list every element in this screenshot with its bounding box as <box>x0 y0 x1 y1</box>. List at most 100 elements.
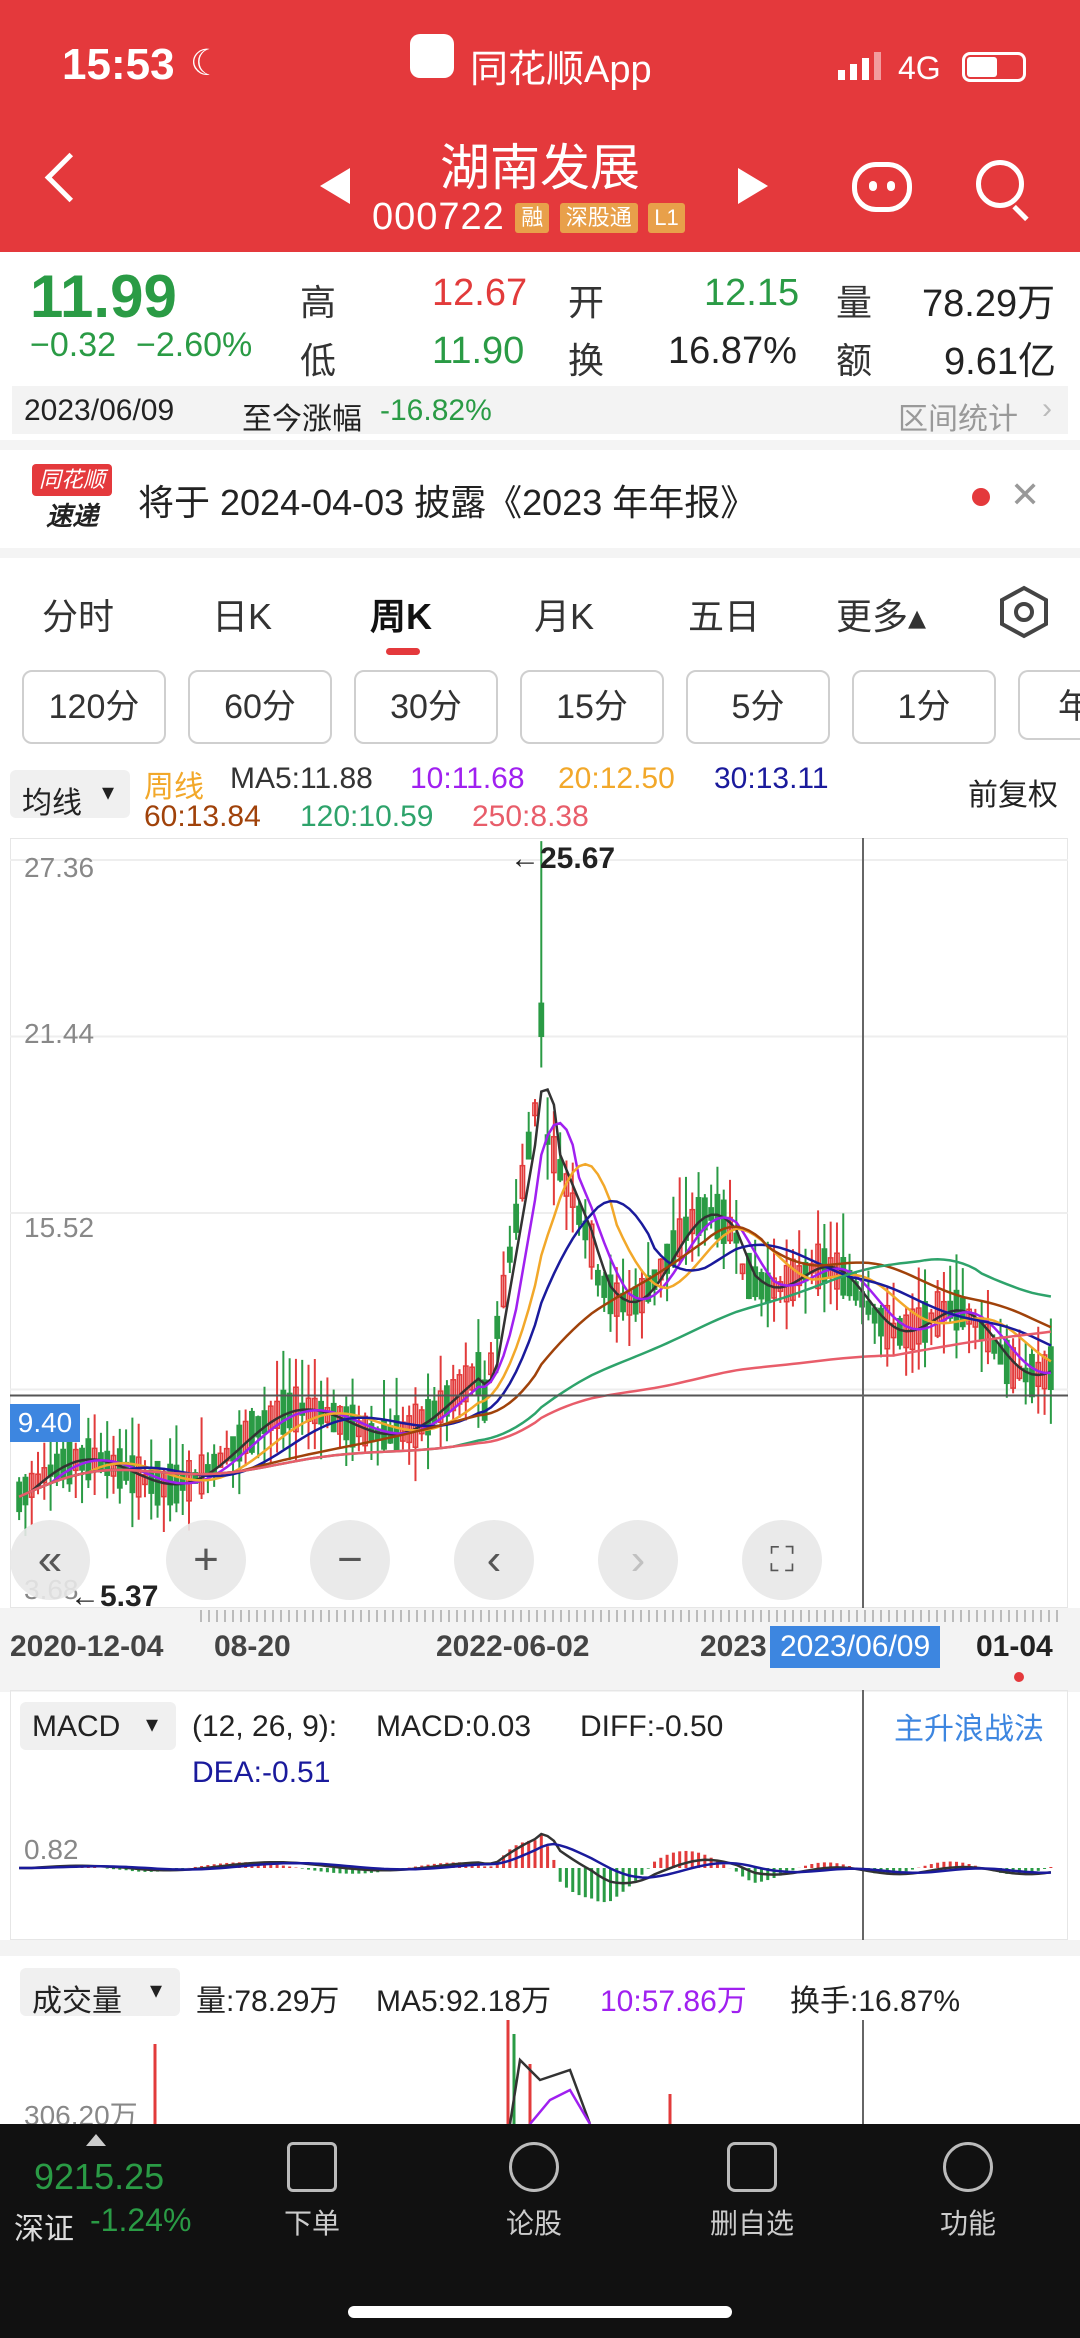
candle-body <box>349 1404 356 1448</box>
legend-ma30: 30:13.11 <box>714 762 829 795</box>
period-30min[interactable]: 30分 <box>354 670 498 744</box>
scroll-right-icon[interactable]: › <box>598 1520 678 1600</box>
legend-ma10: 10:11.68 <box>410 762 525 795</box>
chevron-right-icon: › <box>1042 392 1052 425</box>
open-value: 12.15 <box>704 272 800 314</box>
legend-ma60: 60:13.84 <box>144 800 261 833</box>
remove-icon <box>727 2142 777 2192</box>
stats-link[interactable]: 区间统计 <box>898 394 1018 438</box>
ma60-line <box>18 1225 1052 1498</box>
level-tag: L1 <box>648 202 685 233</box>
candle-body <box>261 1410 268 1435</box>
y-tick-2: 21.44 <box>24 1018 95 1049</box>
range-bar[interactable]: 2023/06/09 至今涨幅 -16.82% 区间统计 › <box>12 386 1068 436</box>
prev-stock-icon[interactable] <box>320 168 350 204</box>
search-icon-handle <box>1012 204 1029 222</box>
candle-body <box>576 1205 582 1225</box>
index-value[interactable]: 9215.25 <box>34 2156 164 2198</box>
notice-text[interactable]: 将于 2024-04-03 披露《2023 年年报》 <box>138 474 756 526</box>
x-label-end: 01-04 <box>976 1630 1053 1663</box>
close-icon[interactable]: ✕ <box>1010 474 1040 516</box>
period-5min[interactable]: 5分 <box>686 670 830 744</box>
period-1min[interactable]: 1分 <box>852 670 996 744</box>
candle-body <box>525 1131 532 1160</box>
price-change-pct: −2.60% <box>136 326 253 364</box>
volume-label: 量 <box>836 282 873 323</box>
indicator-select[interactable]: 均线 ▾ <box>10 770 130 820</box>
candle-body <box>758 1272 765 1300</box>
macd-chart <box>19 1690 1053 1940</box>
app-label: 同花顺App <box>470 49 652 91</box>
volume-ma10: 10:57.86万 <box>600 1985 747 2018</box>
open-label: 开 <box>568 282 605 323</box>
unread-dot <box>972 488 990 506</box>
volume-turnover: 换手:16.87% <box>790 1985 961 2018</box>
low-value: 11.90 <box>432 330 525 372</box>
nav-order[interactable]: 下单 <box>232 2134 392 2242</box>
price-line-label: 9.40 <box>10 1404 80 1442</box>
legend-adjust[interactable]: 前复权 <box>968 770 1058 814</box>
tab-daily[interactable]: 日K <box>212 588 272 640</box>
tab-five-day[interactable]: 五日 <box>688 588 760 640</box>
candle-body <box>1047 1346 1054 1391</box>
legend-ma20: 20:12.50 <box>558 762 675 795</box>
volume-ma5-line <box>508 2057 592 2124</box>
settings-hex-icon[interactable] <box>996 584 1052 640</box>
volume-ma10-line <box>529 2088 592 2124</box>
candle-body <box>494 1315 501 1339</box>
volume-select[interactable]: 成交量 ▾ <box>20 1968 180 2018</box>
candle-body <box>557 1159 564 1181</box>
margin-tag: 融 <box>515 202 550 233</box>
x-label-2: 08-20 <box>214 1630 291 1663</box>
status-time: 15:53 <box>62 40 175 89</box>
legend-ma250: 250:8.38 <box>472 800 589 833</box>
ma120-line <box>18 1258 1052 1498</box>
volume-ma5: MA5:92.18万 <box>376 1985 552 2018</box>
amount-value: 9.61亿 <box>944 341 1056 383</box>
news-logo-bottom: 速递 <box>45 501 98 531</box>
network-label: 4G <box>898 50 941 86</box>
stock-header: 15:53 ☾ 同花顺App 4G 湖南发展 000722 融 深股通 L1 <box>0 0 1080 252</box>
crosshair-date: 2023/06/09 <box>770 1626 941 1668</box>
chevron-down-icon: ▾ <box>102 779 115 806</box>
zoom-in-icon[interactable]: + <box>166 1520 246 1600</box>
back-icon[interactable] <box>44 152 95 203</box>
rewind-icon[interactable]: « <box>10 1520 90 1600</box>
period-15min[interactable]: 15分 <box>520 670 664 744</box>
search-icon[interactable] <box>976 160 1024 208</box>
y-tick-3: 15.52 <box>24 1212 95 1243</box>
tab-weekly[interactable]: 周K <box>370 588 432 640</box>
y-tick-top: 27.36 <box>24 852 95 883</box>
scroll-left-icon[interactable]: ‹ <box>454 1520 534 1600</box>
nav-remove-watchlist[interactable]: 删自选 <box>672 2134 832 2242</box>
candle-body <box>506 1246 513 1263</box>
fullscreen-icon[interactable]: ⛶ <box>742 1520 822 1600</box>
volume-last: 量:78.29万 <box>196 1985 340 2018</box>
forum-icon <box>509 2142 559 2192</box>
index-change: -1.24% <box>90 2202 192 2238</box>
nav-forum[interactable]: 论股 <box>454 2134 614 2242</box>
notice-divider <box>0 440 1080 450</box>
volume-indicator-label: 成交量 <box>32 1985 122 2018</box>
volume-divider <box>0 1940 1080 1956</box>
ma5-line <box>18 1087 1052 1498</box>
nav-forum-label: 论股 <box>505 2208 562 2239</box>
period-year[interactable]: 年 <box>1018 670 1080 740</box>
active-tab-indicator <box>386 648 420 655</box>
period-60min[interactable]: 60分 <box>188 670 332 744</box>
indicator-label: 均线 <box>22 787 82 820</box>
robot-icon[interactable] <box>852 162 912 212</box>
tab-intraday[interactable]: 分时 <box>42 588 114 640</box>
turnover-value: 16.87% <box>668 330 797 372</box>
zoom-out-icon[interactable]: − <box>310 1520 390 1600</box>
tab-monthly[interactable]: 月K <box>534 588 594 640</box>
nav-order-label: 下单 <box>283 2208 340 2239</box>
tab-more[interactable]: 更多▴ <box>836 588 926 640</box>
home-indicator <box>348 2306 732 2318</box>
next-stock-icon[interactable] <box>738 168 768 204</box>
nav-functions[interactable]: 功能 <box>888 2134 1048 2242</box>
low-label: 低 <box>300 340 337 381</box>
signal-icon <box>838 52 882 80</box>
period-120min[interactable]: 120分 <box>22 670 166 744</box>
volume-chart <box>153 2020 864 2124</box>
